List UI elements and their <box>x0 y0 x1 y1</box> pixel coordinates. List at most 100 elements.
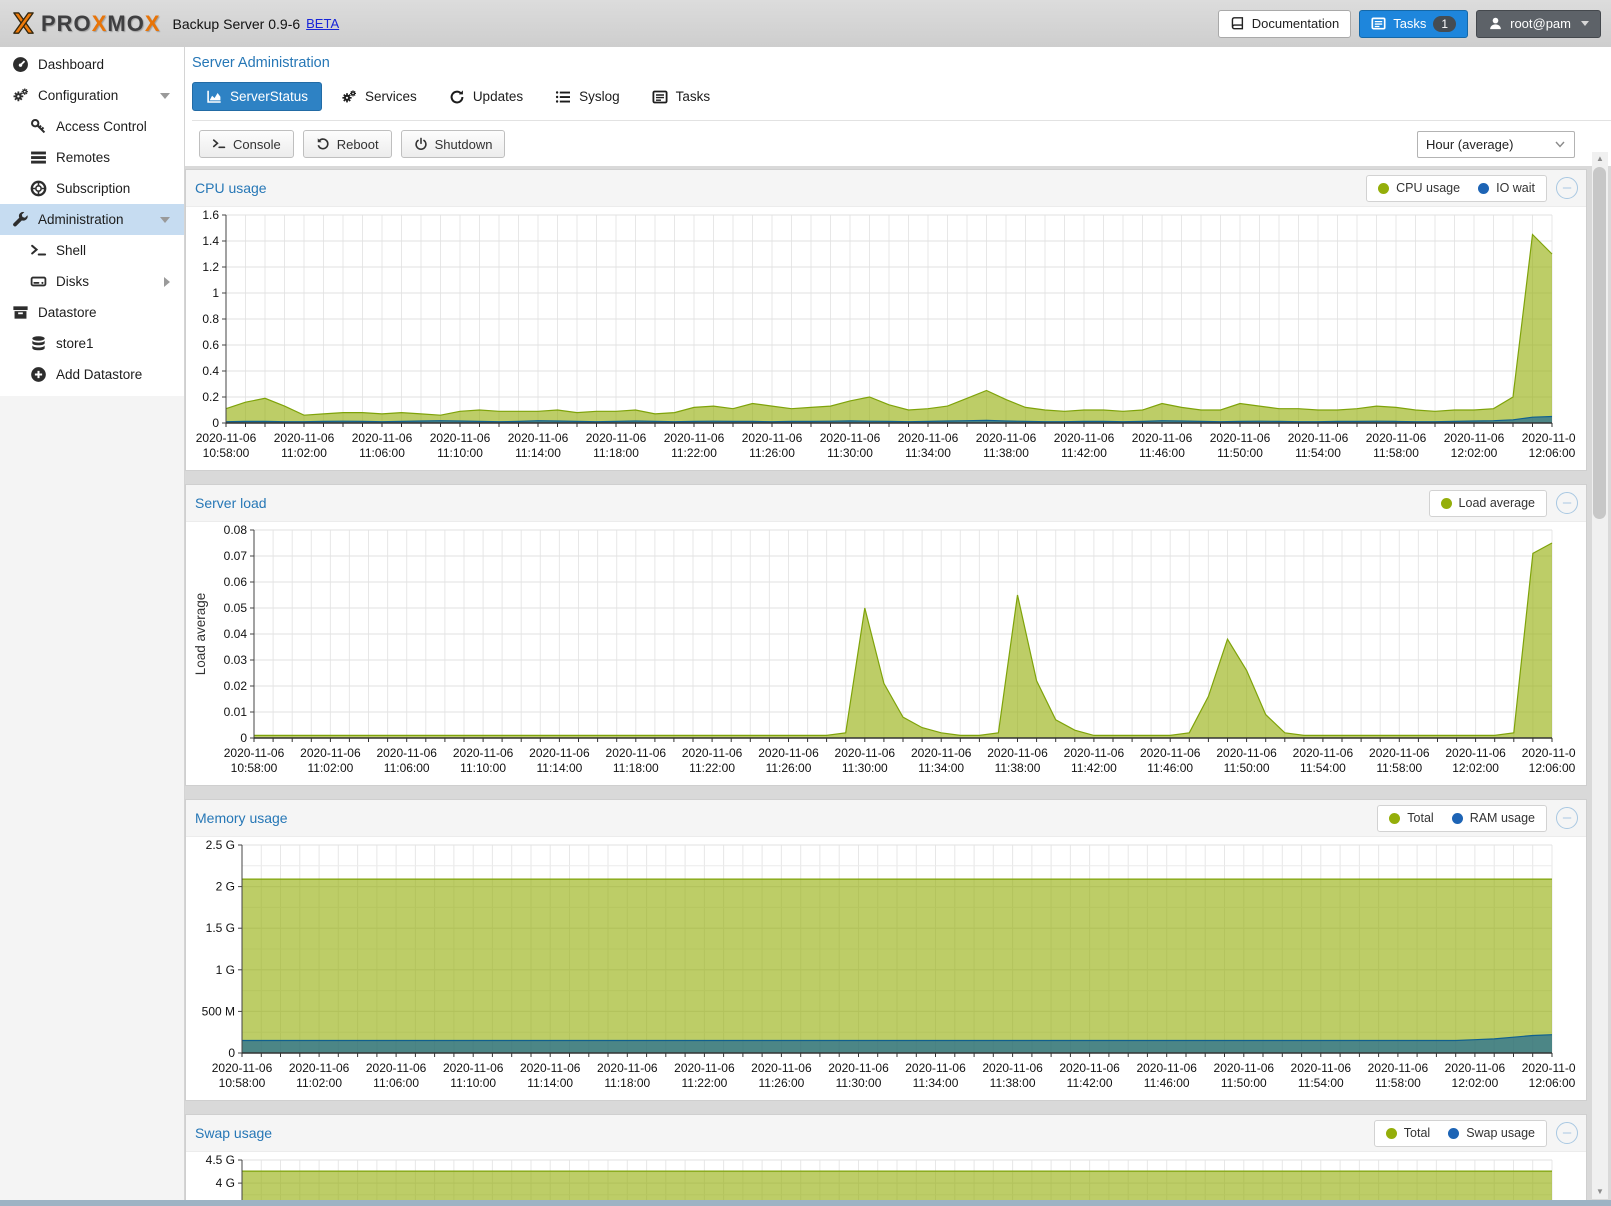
svg-text:1: 1 <box>212 286 219 300</box>
swap-usage-chart: 0500 M1 G1.5 G2 G2.5 G3 G3.5 G4 G4.5 G20… <box>192 1152 1576 1206</box>
chart-legend: TotalRAM usage <box>1377 805 1547 832</box>
console-button[interactable]: Console <box>199 130 294 158</box>
sidebar-item-datastore[interactable]: Datastore <box>0 297 184 328</box>
sidebar-item-add-datastore[interactable]: Add Datastore <box>0 359 184 390</box>
svg-text:2020-11-06: 2020-11-06 <box>1136 1061 1197 1075</box>
proxmox-logo: PROXMOX <box>10 10 161 37</box>
collapse-panel-button[interactable]: – <box>1556 177 1578 199</box>
svg-text:11:22:00: 11:22:00 <box>671 446 717 460</box>
task-list-icon <box>652 89 668 105</box>
sidebar-item-dashboard[interactable]: Dashboard <box>0 49 184 80</box>
legend-entry: Load average <box>1441 496 1535 510</box>
panel-title: CPU usage <box>195 180 267 196</box>
sidebar-item-store1[interactable]: store1 <box>0 328 184 359</box>
time-range-select[interactable]: Hour (average) <box>1417 131 1575 158</box>
book-icon <box>1230 16 1245 31</box>
svg-text:11:38:00: 11:38:00 <box>995 761 1041 775</box>
sidebar-item-access-control[interactable]: Access Control <box>0 111 184 142</box>
svg-text:500 M: 500 M <box>202 1004 235 1018</box>
sidebar-item-label: Datastore <box>38 305 97 320</box>
chevron-down-icon[interactable] <box>160 93 170 99</box>
collapse-panel-button[interactable]: – <box>1556 807 1578 829</box>
svg-text:2020-11-06: 2020-11-06 <box>443 1061 504 1075</box>
svg-text:2020-11-06: 2020-11-06 <box>976 431 1037 445</box>
svg-text:2020-11-06: 2020-11-06 <box>1288 431 1349 445</box>
svg-text:2020-11-06: 2020-11-06 <box>664 431 725 445</box>
key-icon <box>30 118 47 135</box>
gears-icon <box>341 89 357 105</box>
svg-text:0.03: 0.03 <box>224 653 248 667</box>
svg-text:2020-11-06: 2020-11-06 <box>1059 1061 1120 1075</box>
vertical-scrollbar[interactable]: ▲ ▼ <box>1592 152 1608 1199</box>
svg-text:2020-11-06: 2020-11-06 <box>453 746 514 760</box>
legend-dot-icon <box>1378 183 1389 194</box>
svg-text:2020-11-06: 2020-11-06 <box>1214 1061 1275 1075</box>
sidebar-item-remotes[interactable]: Remotes <box>0 142 184 173</box>
chevron-right-icon[interactable] <box>164 277 170 287</box>
sidebar-item-label: Remotes <box>56 150 110 165</box>
beta-link[interactable]: BETA <box>306 16 339 31</box>
tab-tasks[interactable]: Tasks <box>639 82 724 111</box>
svg-text:11:42:00: 11:42:00 <box>1071 761 1117 775</box>
svg-text:11:54:00: 11:54:00 <box>1295 446 1341 460</box>
svg-text:2020-11-06: 2020-11-06 <box>758 746 819 760</box>
collapse-panel-button[interactable]: – <box>1556 492 1578 514</box>
hdd-icon <box>30 273 47 290</box>
svg-text:2020-11-06: 2020-11-06 <box>212 1061 273 1075</box>
svg-text:0.02: 0.02 <box>224 679 248 693</box>
svg-text:2020-11-06: 2020-11-06 <box>982 1061 1043 1075</box>
tab-syslog[interactable]: Syslog <box>542 82 633 111</box>
svg-text:Load average: Load average <box>193 593 208 676</box>
legend-dot-icon <box>1452 813 1463 824</box>
panel-header: Memory usage TotalRAM usage – <box>186 800 1586 837</box>
svg-text:2020-11-06: 2020-11-06 <box>366 1061 427 1075</box>
svg-text:2020-11-06: 2020-11-06 <box>1366 431 1427 445</box>
chart-legend: Load average <box>1429 490 1547 517</box>
sidebar-item-administration[interactable]: Administration <box>0 204 184 235</box>
documentation-button[interactable]: Documentation <box>1218 10 1351 38</box>
svg-text:10:58:00: 10:58:00 <box>203 446 250 460</box>
chevron-down-icon[interactable] <box>160 217 170 223</box>
svg-text:0: 0 <box>212 416 219 430</box>
tab-updates[interactable]: Updates <box>436 82 536 111</box>
reboot-button[interactable]: Reboot <box>303 130 392 158</box>
sidebar-item-shell[interactable]: Shell <box>0 235 184 266</box>
svg-text:10:58:00: 10:58:00 <box>231 761 278 775</box>
gears-icon <box>12 87 29 104</box>
scroll-up-arrow[interactable]: ▲ <box>1592 152 1608 166</box>
panel-title: Server load <box>195 495 267 511</box>
legend-dot-icon <box>1448 1128 1459 1139</box>
sidebar-item-disks[interactable]: Disks <box>0 266 184 297</box>
svg-text:11:58:00: 11:58:00 <box>1373 446 1419 460</box>
svg-text:2020-11-06: 2020-11-06 <box>520 1061 581 1075</box>
shutdown-button[interactable]: Shutdown <box>401 130 506 158</box>
svg-text:12:02:00: 12:02:00 <box>1451 446 1498 460</box>
legend-entry: IO wait <box>1478 181 1535 195</box>
svg-text:11:38:00: 11:38:00 <box>990 1076 1036 1090</box>
legend-entry: Swap usage <box>1448 1126 1535 1140</box>
svg-text:0.01: 0.01 <box>224 705 248 719</box>
cpu-usage-panel: CPU usage CPU usageIO wait – 00.20.40.60… <box>185 169 1587 471</box>
tab-services[interactable]: Services <box>328 82 430 111</box>
legend-entry: Total <box>1389 811 1433 825</box>
plus-circle-icon <box>30 366 47 383</box>
svg-text:0.04: 0.04 <box>224 627 248 641</box>
svg-text:0.2: 0.2 <box>202 390 219 404</box>
panel-header: Swap usage TotalSwap usage – <box>186 1115 1586 1152</box>
sidebar-item-configuration[interactable]: Configuration <box>0 80 184 111</box>
svg-text:11:06:00: 11:06:00 <box>373 1076 419 1090</box>
tab-serverstatus[interactable]: ServerStatus <box>192 82 322 111</box>
collapse-panel-button[interactable]: – <box>1556 1122 1578 1144</box>
sidebar-item-label: Access Control <box>56 119 147 134</box>
svg-text:11:54:00: 11:54:00 <box>1300 761 1346 775</box>
legend-label: CPU usage <box>1396 181 1460 195</box>
svg-text:0.07: 0.07 <box>224 549 248 563</box>
scroll-down-arrow[interactable]: ▼ <box>1592 1185 1608 1199</box>
svg-text:4 G: 4 G <box>216 1176 235 1190</box>
tasks-button[interactable]: Tasks 1 <box>1359 10 1468 38</box>
sidebar-item-label: store1 <box>56 336 94 351</box>
sidebar-item-subscription[interactable]: Subscription <box>0 173 184 204</box>
user-menu-button[interactable]: root@pam <box>1476 10 1601 38</box>
scrollbar-thumb[interactable] <box>1593 167 1606 519</box>
legend-dot-icon <box>1478 183 1489 194</box>
